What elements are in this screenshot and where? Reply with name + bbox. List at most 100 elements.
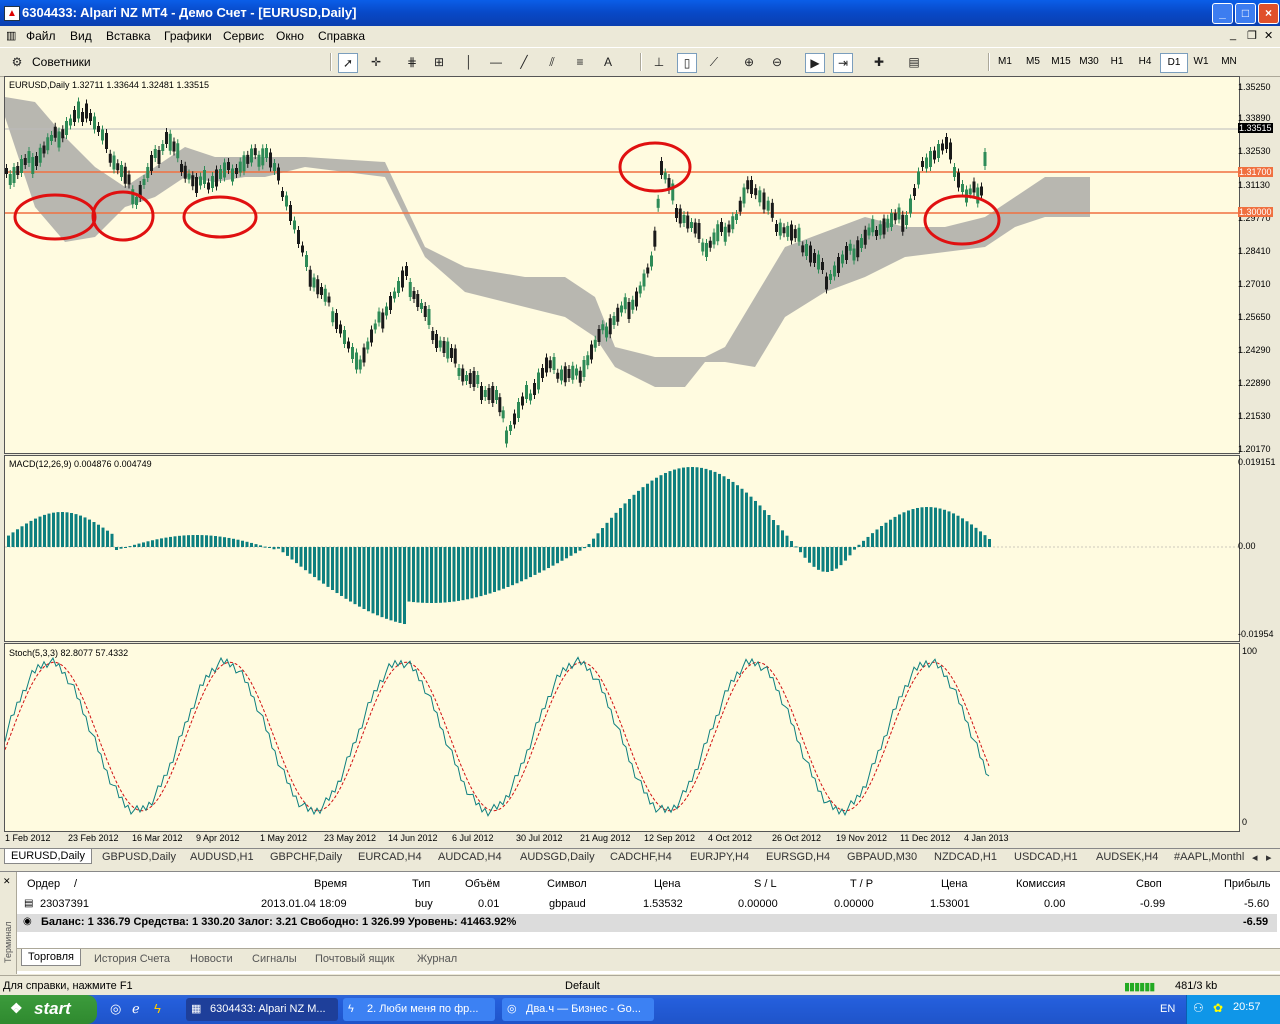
indicators-icon[interactable]: ✚: [870, 53, 888, 71]
mdi-restore-icon[interactable]: ❐: [1247, 29, 1257, 42]
symbol-tab[interactable]: NZDCAD,H1: [934, 851, 997, 863]
terminal-close-icon[interactable]: ✕: [3, 876, 11, 887]
tf-m5-button[interactable]: M5: [1020, 53, 1046, 71]
winamp-quicklaunch-icon[interactable]: ϟ: [154, 1001, 161, 1016]
menu-insert[interactable]: Вставка: [106, 29, 151, 43]
trendline-icon[interactable]: ╱: [515, 53, 533, 71]
candle-body: [548, 360, 552, 369]
col-tp[interactable]: T / P: [850, 878, 873, 890]
crosshair-icon[interactable]: ✛: [367, 53, 385, 71]
advisors-button[interactable]: Советники: [32, 52, 91, 72]
chart-window-icon[interactable]: ▥: [6, 29, 16, 42]
task-winamp[interactable]: ϟ 2. Люби меня по фр...: [343, 998, 495, 1021]
tf-m15-button[interactable]: M15: [1048, 53, 1074, 71]
menu-file[interactable]: Файл: [26, 29, 56, 43]
tf-w1-button[interactable]: W1: [1188, 53, 1214, 71]
tab-journal[interactable]: Журнал: [417, 953, 457, 965]
tf-m1-button[interactable]: M1: [992, 53, 1018, 71]
vertical-line-icon[interactable]: │: [460, 53, 478, 71]
candle-body: [281, 191, 284, 197]
menu-charts[interactable]: Графики: [164, 29, 212, 43]
candle-body: [35, 156, 38, 166]
macd-bar: [970, 524, 973, 547]
symbol-tab[interactable]: USDCAD,H1: [1014, 851, 1078, 863]
tab-trade[interactable]: Торговля: [21, 949, 81, 966]
menu-view[interactable]: Вид: [70, 29, 92, 43]
symbol-tab[interactable]: EURSGD,H4: [766, 851, 830, 863]
symbol-tab[interactable]: AUDSGD,Daily: [520, 851, 595, 863]
col-time[interactable]: Время: [314, 878, 347, 890]
col-cur-price[interactable]: Цена: [941, 878, 967, 890]
col-volume[interactable]: Объём: [465, 878, 500, 890]
symbol-tab[interactable]: GBPCHF,Daily: [270, 851, 342, 863]
symbol-tab[interactable]: #AAPL,Monthl: [1174, 851, 1244, 863]
mdi-close-icon[interactable]: ✕: [1264, 29, 1273, 42]
macd-bar: [245, 541, 249, 547]
price-pane[interactable]: [4, 76, 1240, 454]
zoom-out-icon[interactable]: ⊖: [768, 53, 786, 71]
menu-help[interactable]: Справка: [318, 29, 365, 43]
tf-h4-button[interactable]: H4: [1132, 53, 1158, 71]
chart-shift-icon[interactable]: ⇥: [833, 53, 853, 73]
start-button[interactable]: ❖ start: [0, 995, 97, 1024]
maximize-button[interactable]: □: [1235, 3, 1256, 24]
tf-d1-button[interactable]: D1: [1160, 53, 1188, 73]
col-type[interactable]: Тип: [412, 878, 430, 890]
autoscroll-icon[interactable]: ▶: [805, 53, 825, 73]
chrome-quicklaunch-icon[interactable]: ◎: [110, 1001, 121, 1017]
tab-scroll-left-icon[interactable]: ◂: [1252, 851, 1258, 864]
col-symbol[interactable]: Символ: [547, 878, 587, 890]
symbol-tab[interactable]: AUDCAD,H4: [438, 851, 502, 863]
channel-icon[interactable]: ⫽: [543, 53, 561, 71]
candle-body: [219, 169, 222, 179]
symbol-tab[interactable]: AUDUSD,H1: [190, 851, 254, 863]
zoom-in-icon[interactable]: ⊕: [740, 53, 758, 71]
col-price[interactable]: Цена: [654, 878, 680, 890]
status-profile[interactable]: Default: [565, 980, 600, 992]
symbol-tab[interactable]: EURJPY,H4: [690, 851, 749, 863]
horizontal-line-icon[interactable]: —: [487, 53, 505, 71]
tray-app-icon[interactable]: ✿: [1213, 1001, 1223, 1015]
tab-mailbox[interactable]: Почтовый ящик: [315, 953, 394, 965]
macd-pane[interactable]: [4, 455, 1240, 642]
task-metatrader[interactable]: ▦ 6304433: Alpari NZ M...: [186, 998, 338, 1021]
tab-news[interactable]: Новости: [190, 953, 233, 965]
grid-icon[interactable]: ⊞: [430, 53, 448, 71]
col-profit[interactable]: Прибыль: [1224, 878, 1271, 890]
stoch-pane[interactable]: [4, 643, 1240, 832]
col-swap[interactable]: Своп: [1136, 878, 1162, 890]
symbol-tab[interactable]: CADCHF,H4: [610, 851, 672, 863]
tab-signals[interactable]: Сигналы: [252, 953, 297, 965]
tf-m30-button[interactable]: M30: [1076, 53, 1102, 71]
symbol-tab[interactable]: AUDSEK,H4: [1096, 851, 1158, 863]
tf-mn-button[interactable]: MN: [1216, 53, 1242, 71]
tf-h1-button[interactable]: H1: [1104, 53, 1130, 71]
symbol-tab[interactable]: EURCAD,H4: [358, 851, 422, 863]
period-separators-icon[interactable]: ⋕: [403, 53, 421, 71]
templates-icon[interactable]: ▤: [905, 53, 923, 71]
col-sl[interactable]: S / L: [754, 878, 777, 890]
menu-tools[interactable]: Сервис: [223, 29, 264, 43]
col-commission[interactable]: Комиссия: [1016, 878, 1065, 890]
ie-quicklaunch-icon[interactable]: ℯ: [132, 1001, 140, 1017]
symbol-tab[interactable]: GBPAUD,M30: [847, 851, 917, 863]
language-indicator[interactable]: EN: [1160, 1003, 1175, 1015]
fibonacci-icon[interactable]: ≡: [571, 53, 589, 71]
terminal-side-bar[interactable]: ✕ Терминал: [0, 872, 17, 974]
bar-chart-icon[interactable]: ⊥: [650, 53, 668, 71]
symbol-tab-active[interactable]: EURUSD,Daily: [4, 849, 92, 864]
col-order[interactable]: Ордер: [27, 878, 60, 890]
text-icon[interactable]: A: [599, 53, 617, 71]
candlestick-icon[interactable]: ▯: [677, 53, 697, 73]
tab-scroll-right-icon[interactable]: ▸: [1266, 851, 1272, 864]
tray-network-icon[interactable]: ⚇: [1193, 1001, 1204, 1015]
symbol-tab[interactable]: GBPUSD,Daily: [102, 851, 176, 863]
task-chrome[interactable]: ◎ Два.ч — Бизнес - Go...: [502, 998, 654, 1021]
cursor-icon[interactable]: ➚: [338, 53, 358, 73]
line-chart-icon[interactable]: ⟋: [705, 53, 723, 71]
minimize-button[interactable]: _: [1212, 3, 1233, 24]
mdi-minimize-icon[interactable]: _: [1230, 29, 1236, 41]
tab-history[interactable]: История Счета: [94, 953, 170, 965]
close-button[interactable]: ×: [1258, 3, 1279, 24]
menu-window[interactable]: Окно: [276, 29, 304, 43]
